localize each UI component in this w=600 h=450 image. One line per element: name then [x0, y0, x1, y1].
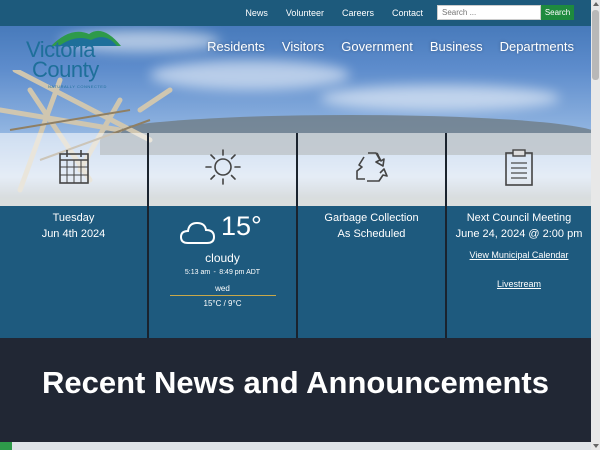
page: News Volunteer Careers Contact Search Vi… [0, 0, 591, 450]
forecast-day: wed [215, 284, 230, 293]
date-tile: Tuesday Jun 4th 2024 [0, 133, 147, 338]
weather-condition: cloudy [205, 251, 240, 265]
weather-tile: 15° cloudy 5:13 am - 8:49 pm ADT wed 15°… [149, 133, 296, 338]
calendar-icon [58, 150, 89, 184]
top-bar: News Volunteer Careers Contact Search [0, 0, 591, 26]
forecast-range: 15°C / 9°C [203, 299, 242, 308]
logo-tagline: NATURALLY CONNECTED [48, 84, 107, 89]
forecast-divider [169, 295, 276, 296]
search-button[interactable]: Search [541, 5, 574, 20]
tile-divider [445, 133, 447, 338]
council-tile: Next Council Meeting June 24, 2024 @ 2:0… [447, 133, 591, 338]
nav-visitors[interactable]: Visitors [282, 39, 324, 54]
vertical-scrollbar[interactable] [591, 0, 600, 450]
recycle-icon [355, 152, 388, 182]
nav-business[interactable]: Business [430, 39, 483, 54]
news-heading: Recent News and Announcements [41, 365, 549, 400]
top-link-careers[interactable]: Careers [342, 8, 374, 18]
nav-residents[interactable]: Residents [207, 39, 265, 54]
clipboard-icon [505, 149, 533, 186]
nav-departments[interactable]: Departments [500, 39, 574, 54]
garbage-title: Garbage Collection [324, 212, 419, 224]
municipal-calendar-link[interactable]: View Municipal Calendar [447, 250, 591, 260]
search-input[interactable] [437, 5, 541, 20]
scrollbar-thumb[interactable] [592, 10, 599, 80]
nav-government[interactable]: Government [341, 39, 413, 54]
sun-icon [204, 149, 241, 185]
top-link-contact[interactable]: Contact [392, 8, 423, 18]
livestream-link[interactable]: Livestream [447, 279, 591, 289]
council-date: June 24, 2024 @ 2:00 pm [455, 228, 583, 240]
garbage-status: As Scheduled [337, 228, 406, 240]
scroll-down-icon[interactable] [593, 444, 599, 448]
council-title: Next Council Meeting [466, 212, 572, 224]
current-day: Tuesday [52, 212, 95, 224]
news-section: Recent News and Announcements [0, 338, 591, 450]
logo-text: Victoria County [26, 37, 99, 82]
scroll-up-icon[interactable] [593, 2, 599, 6]
tile-divider [296, 133, 298, 338]
garbage-tile: Garbage Collection As Scheduled [298, 133, 445, 338]
tile-divider [147, 133, 149, 338]
site-logo[interactable]: Victoria County NATURALLY CONNECTED [26, 24, 136, 90]
cloud-icon [180, 221, 216, 244]
sunrise-sunset: 5:13 am - 8:49 pm ADT [184, 269, 261, 276]
top-link-volunteer[interactable]: Volunteer [286, 8, 324, 18]
top-links: News Volunteer Careers Contact [245, 0, 423, 26]
current-date: Jun 4th 2024 [41, 228, 106, 240]
top-link-news[interactable]: News [245, 8, 268, 18]
weather-temperature: 15° [221, 211, 262, 241]
main-nav: Residents Visitors Government Business D… [207, 39, 574, 54]
bottom-strip [0, 442, 591, 450]
